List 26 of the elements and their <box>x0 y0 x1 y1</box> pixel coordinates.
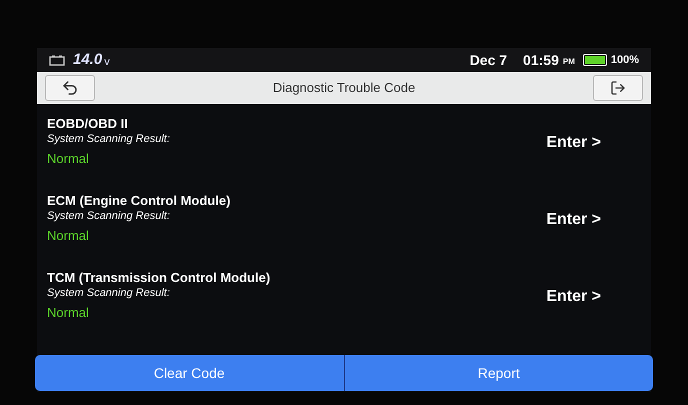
system-name: ECM (Engine Control Module) <box>47 192 232 208</box>
back-button[interactable] <box>45 75 95 101</box>
date-text: Dec 7 <box>470 50 508 70</box>
battery-percent: 100% <box>610 52 639 68</box>
voltage-reading: 14.0 <box>73 50 102 70</box>
scan-result-status: Normal <box>47 226 90 244</box>
scan-result-label: System Scanning Result: <box>47 286 171 300</box>
time-text: 01:59 <box>523 50 559 70</box>
action-button[interactable]: Report <box>344 355 653 391</box>
enter-link[interactable]: Enter > <box>546 208 601 232</box>
scan-result-status: Normal <box>47 150 90 168</box>
page-title: Diagnostic Trouble Code <box>272 79 416 98</box>
scan-result-status: Normal <box>47 304 90 322</box>
system-name: EOBD/OBD II <box>47 114 129 132</box>
exit-button[interactable] <box>593 75 643 101</box>
enter-link[interactable]: Enter > <box>546 284 601 308</box>
scan-result-label: System Scanning Result: <box>47 208 171 224</box>
enter-link[interactable]: Enter > <box>546 130 601 154</box>
exit-icon <box>610 80 626 96</box>
car-battery-icon <box>49 54 65 66</box>
scan-result-label: System Scanning Result: <box>47 132 171 146</box>
action-button[interactable]: Clear Code <box>35 355 344 391</box>
back-icon <box>61 79 79 97</box>
meridiem-text: PM <box>562 56 575 68</box>
system-name: TCM (Transmission Control Module) <box>47 268 272 286</box>
voltage-unit: v <box>104 54 110 70</box>
